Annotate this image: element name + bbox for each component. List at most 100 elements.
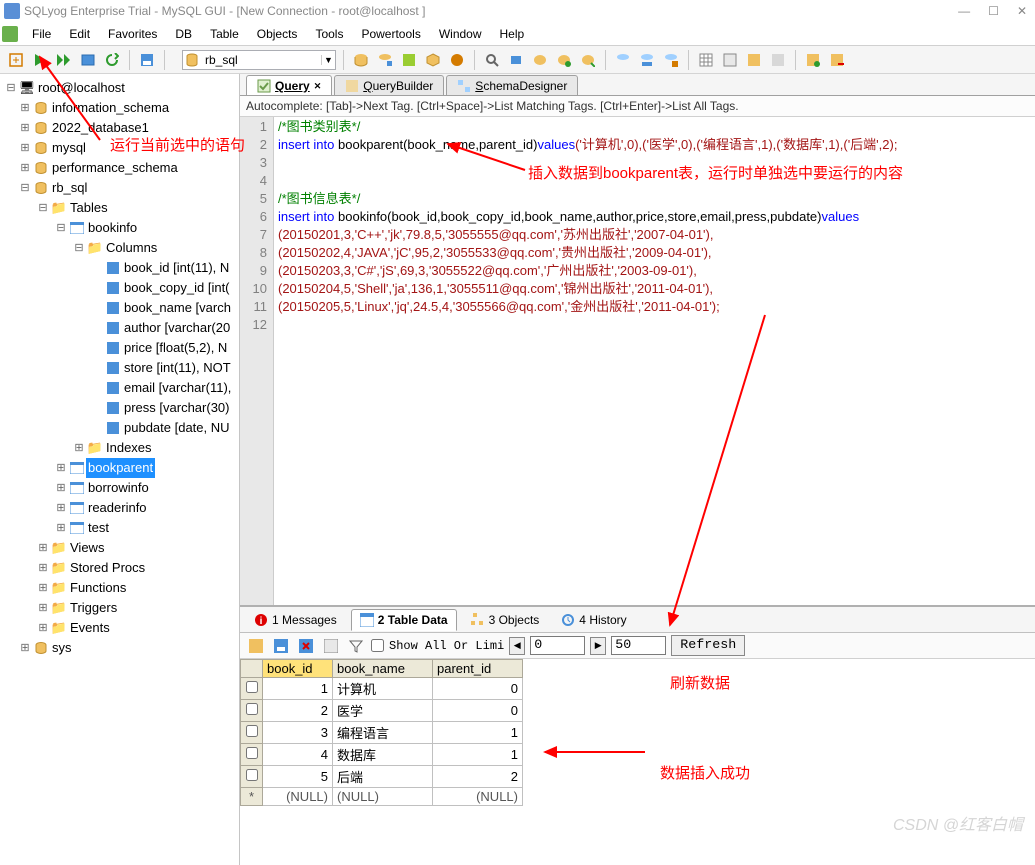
expand-icon[interactable]: ⊟: [18, 178, 32, 198]
expand-icon[interactable]: ⊞: [54, 518, 68, 538]
menu-help[interactable]: Help: [492, 25, 533, 43]
showall-checkbox[interactable]: [371, 639, 384, 652]
menu-window[interactable]: Window: [431, 25, 490, 43]
expand-icon[interactable]: ⊞: [18, 118, 32, 138]
procs-folder[interactable]: Stored Procs: [68, 558, 147, 578]
expand-icon[interactable]: ⊞: [36, 618, 50, 638]
row-checkbox[interactable]: [246, 725, 258, 737]
cell[interactable]: 2: [263, 700, 333, 722]
tab-objects[interactable]: 3 Objects: [463, 610, 548, 630]
tab-history[interactable]: 4 History: [553, 610, 634, 630]
cell[interactable]: 计算机: [333, 678, 433, 700]
tables-folder[interactable]: Tables: [68, 198, 110, 218]
expand-icon[interactable]: ⊞: [36, 578, 50, 598]
indexes-folder[interactable]: Indexes: [104, 438, 154, 458]
execute-explain-button[interactable]: [78, 50, 98, 70]
db-node[interactable]: 2022_database1: [50, 118, 151, 138]
db-node[interactable]: information_schema: [50, 98, 171, 118]
row-checkbox[interactable]: [246, 681, 258, 693]
menu-edit[interactable]: Edit: [61, 25, 98, 43]
cell[interactable]: 3: [263, 722, 333, 744]
refresh-button[interactable]: [102, 50, 122, 70]
grid-tool-4[interactable]: [321, 636, 341, 656]
menu-favorites[interactable]: Favorites: [100, 25, 165, 43]
cell[interactable]: (NULL): [433, 788, 523, 806]
expand-icon[interactable]: ⊞: [18, 98, 32, 118]
database-input[interactable]: [201, 53, 321, 67]
tool-15[interactable]: [720, 50, 740, 70]
tool-5[interactable]: [447, 50, 467, 70]
column-node[interactable]: book_name [varch: [122, 298, 233, 318]
tool-2[interactable]: [375, 50, 395, 70]
cell[interactable]: 编程语言: [333, 722, 433, 744]
tool-8[interactable]: [530, 50, 550, 70]
row-checkbox[interactable]: [246, 703, 258, 715]
code-area[interactable]: /*图书类别表*/ insert into bookparent(book_na…: [274, 117, 1035, 605]
tool-9[interactable]: [554, 50, 574, 70]
cell[interactable]: 1: [263, 678, 333, 700]
db-node[interactable]: mysql: [50, 138, 88, 158]
col-header[interactable]: book_name: [333, 660, 433, 678]
tool-7[interactable]: [506, 50, 526, 70]
close-button[interactable]: ✕: [1017, 4, 1027, 18]
menu-file[interactable]: File: [24, 25, 59, 43]
expand-icon[interactable]: ⊞: [54, 498, 68, 518]
dropdown-icon[interactable]: ▼: [321, 55, 335, 65]
cell[interactable]: 后端: [333, 766, 433, 788]
tab-tabledata[interactable]: 2 Table Data: [351, 609, 457, 631]
db-node[interactable]: performance_schema: [50, 158, 180, 178]
data-grid[interactable]: book_id book_name parent_id 1计算机0 2医学0 3…: [240, 659, 1035, 806]
columns-folder[interactable]: Columns: [104, 238, 159, 258]
expand-icon[interactable]: ⊞: [36, 558, 50, 578]
grid-tool-1[interactable]: [246, 636, 266, 656]
expand-icon[interactable]: ⊟: [72, 238, 86, 258]
tool-6[interactable]: [482, 50, 502, 70]
col-header[interactable]: book_id: [263, 660, 333, 678]
next-button[interactable]: ▶: [590, 637, 606, 655]
col-header[interactable]: parent_id: [433, 660, 523, 678]
column-node[interactable]: price [float(5,2), N: [122, 338, 229, 358]
db-node[interactable]: sys: [50, 638, 74, 658]
expand-icon[interactable]: ⊟: [4, 78, 18, 98]
execute-all-button[interactable]: [54, 50, 74, 70]
expand-icon[interactable]: ⊞: [36, 598, 50, 618]
grid-filter-button[interactable]: [346, 636, 366, 656]
expand-icon[interactable]: ⊟: [36, 198, 50, 218]
tool-16[interactable]: [744, 50, 764, 70]
cell[interactable]: 2: [433, 766, 523, 788]
cell[interactable]: 医学: [333, 700, 433, 722]
tool-11[interactable]: [613, 50, 633, 70]
cell[interactable]: 4: [263, 744, 333, 766]
functions-folder[interactable]: Functions: [68, 578, 128, 598]
database-selector[interactable]: ▼: [182, 50, 336, 70]
limit-to[interactable]: [611, 636, 666, 655]
cell[interactable]: 数据库: [333, 744, 433, 766]
tool-14[interactable]: [696, 50, 716, 70]
cell[interactable]: 0: [433, 700, 523, 722]
column-node[interactable]: book_id [int(11), N: [122, 258, 231, 278]
expand-icon[interactable]: ⊞: [18, 138, 32, 158]
grid-delete-button[interactable]: [296, 636, 316, 656]
db-node-rbsql[interactable]: rb_sql: [50, 178, 89, 198]
table-node[interactable]: readerinfo: [86, 498, 149, 518]
tool-18[interactable]: [803, 50, 823, 70]
expand-icon[interactable]: ⊞: [18, 158, 32, 178]
expand-icon[interactable]: ⊞: [54, 478, 68, 498]
cell[interactable]: 5: [263, 766, 333, 788]
minimize-button[interactable]: —: [958, 4, 970, 18]
cell[interactable]: 1: [433, 744, 523, 766]
menu-db[interactable]: DB: [167, 25, 200, 43]
menu-objects[interactable]: Objects: [249, 25, 306, 43]
column-node[interactable]: pubdate [date, NU: [122, 418, 232, 438]
expand-icon[interactable]: ⊞: [72, 438, 86, 458]
triggers-folder[interactable]: Triggers: [68, 598, 119, 618]
tool-4[interactable]: [423, 50, 443, 70]
tool-17[interactable]: [768, 50, 788, 70]
column-node[interactable]: press [varchar(30): [122, 398, 231, 418]
save-button[interactable]: [137, 50, 157, 70]
column-node[interactable]: author [varchar(20: [122, 318, 232, 338]
new-connection-button[interactable]: [6, 50, 26, 70]
expand-icon[interactable]: ⊟: [54, 218, 68, 238]
table-node[interactable]: test: [86, 518, 111, 538]
tab-messages[interactable]: i1 Messages: [246, 610, 345, 630]
